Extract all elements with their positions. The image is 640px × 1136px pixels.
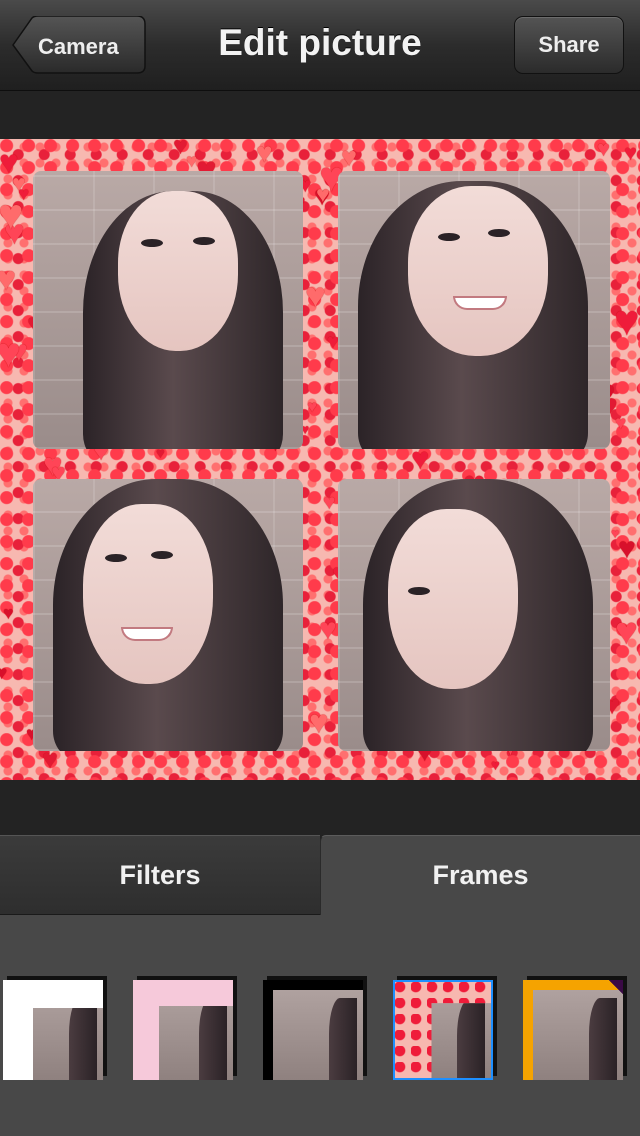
photo-preview[interactable]: ♥ ♥ ♥ ♥ ♥ ♥ ♥ ♥ ♥ ♥ ♥ ♥ ♥ ♥ ♥ ♥ ♥ ♥ ♥ ♥ ♥ ♥ ♥ ♥ ♥ ♥ ♥ ♥ ♥ ♥ ♥ ♥ ♥ ♥ ♥ ♥ ♥ ♥ ♥ ♥… <box>0 139 640 780</box>
heart-decoration: ♥ <box>614 297 640 345</box>
heart-decoration: ♥ <box>615 611 638 653</box>
frame-thumb-hearts[interactable] <box>393 980 493 1080</box>
heart-decoration: ♥ <box>491 757 500 774</box>
heart-decoration: ♥ <box>0 143 19 180</box>
heart-decoration: ♥ <box>319 613 337 646</box>
heart-decoration: ♥ <box>0 329 21 376</box>
tab-filters[interactable]: Filters <box>0 835 320 915</box>
bottom-spacer <box>0 780 640 835</box>
heart-decoration: ♥ <box>307 397 318 416</box>
tab-frames[interactable]: Frames <box>320 835 640 915</box>
heart-decoration: ♥ <box>309 703 329 740</box>
collage-photo-top-left <box>33 171 303 449</box>
heart-decoration: ♥ <box>341 142 358 172</box>
heart-decoration: ♥ <box>316 181 330 207</box>
heart-decoration: ♥ <box>305 276 326 315</box>
frame-thumb-torn-paper[interactable] <box>3 980 103 1080</box>
share-button[interactable]: Share <box>514 16 624 74</box>
heart-decoration: ♥ <box>0 260 17 298</box>
collage-photo-bottom-left <box>33 479 303 751</box>
heart-decoration: ♥ <box>3 603 14 623</box>
frame-thumb-orange-stripe[interactable] <box>523 980 623 1080</box>
frame-thumb-pink-floral[interactable] <box>133 980 233 1080</box>
frames-tray[interactable] <box>0 915 640 1136</box>
collage-photo-bottom-right <box>338 479 610 751</box>
heart-decoration: ♥ <box>0 663 8 684</box>
heart-decoration: ♥ <box>611 525 620 541</box>
top-spacer <box>0 91 640 139</box>
heart-decoration: ♥ <box>323 491 336 514</box>
frame-thumb-black-border[interactable] <box>263 980 363 1080</box>
heart-decoration: ♥ <box>256 139 273 168</box>
heart-decoration: ♥ <box>173 139 188 160</box>
heart-decoration: ♥ <box>597 139 611 161</box>
collage-photo-top-right <box>338 171 610 449</box>
edit-tabs: Filters Frames <box>0 835 640 915</box>
heart-decoration: ♥ <box>618 532 636 565</box>
heart-decoration: ♥ <box>0 191 24 239</box>
heart-decoration: ♥ <box>624 140 638 165</box>
navigation-bar: Camera Edit picture Share <box>0 0 640 91</box>
